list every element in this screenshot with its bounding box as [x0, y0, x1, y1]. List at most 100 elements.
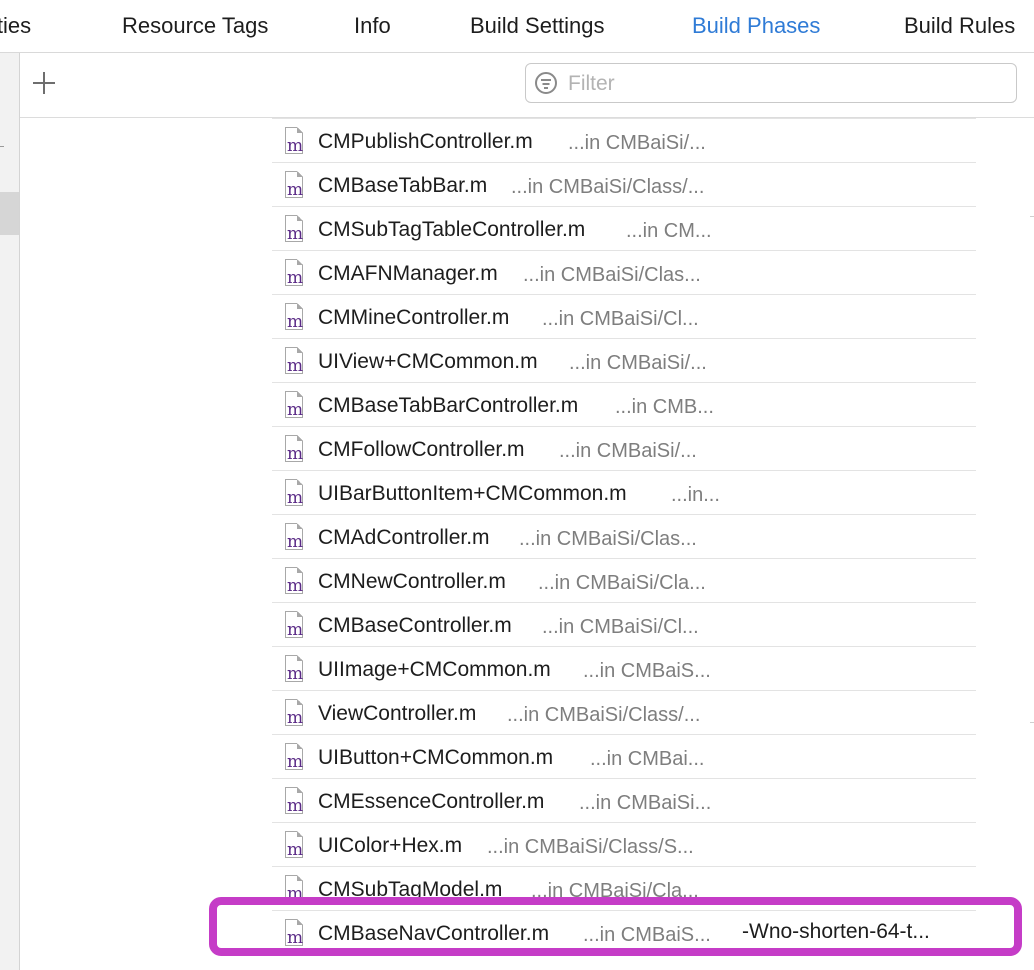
file-icon-letter: m: [287, 884, 304, 904]
file-name: CMAFNManager.m: [318, 262, 498, 285]
file-path: ...in CMBai...: [590, 748, 705, 770]
objc-m-file-icon: m: [285, 259, 304, 288]
objc-m-file-icon: m: [285, 303, 303, 332]
file-icon-letter: m: [287, 444, 304, 464]
filter-input[interactable]: [566, 68, 1010, 100]
compiler-flags[interactable]: -Wno-shorten-64-t...: [742, 919, 930, 945]
file-path: ...in CMBaiSi/...: [559, 440, 697, 462]
filter-icon: [535, 72, 557, 94]
file-icon-letter: m: [287, 268, 304, 288]
objc-m-file-icon: m: [285, 919, 304, 948]
file-name: CMEssenceController.m: [318, 790, 545, 813]
file-name: CMBaseTabBarController.m: [318, 394, 579, 417]
target-sidebar: [0, 53, 20, 970]
file-row[interactable]: m CMSubTagTableController.m ...in CM...: [272, 206, 976, 250]
sidebar-divider-tick: [0, 146, 4, 147]
file-row[interactable]: m CMPublishController.m ...in CMBaiSi/...: [272, 118, 976, 162]
file-name: CMBaseTabBar.m: [318, 174, 488, 197]
objc-m-file-icon: m: [285, 127, 304, 156]
file-path: ...in CMBaiSi/Class/S...: [487, 836, 694, 858]
objc-m-file-icon: m: [285, 743, 304, 772]
file-path: ...in CMBaiSi/Clas...: [519, 528, 697, 550]
file-path: ...in CMBaiSi/Cla...: [538, 572, 706, 594]
file-icon-letter: m: [287, 488, 304, 508]
file-path: ...in CMBaiSi...: [579, 792, 712, 814]
file-path: ...in CM...: [626, 220, 712, 242]
objc-m-file-icon: m: [285, 655, 304, 684]
file-name: CMBaseController.m: [318, 614, 512, 637]
file-path: ...in CMBaiSi/Class/...: [511, 176, 705, 198]
objc-m-file-icon: m: [285, 347, 304, 376]
file-row[interactable]: m CMMineController.m ...in CMBaiSi/Cl...: [272, 294, 976, 338]
tab-bar: ities Resource Tags Info Build Settings …: [0, 0, 1034, 53]
tab-build-phases[interactable]: Build Phases: [692, 12, 820, 40]
file-path: ...in CMBaiS...: [583, 660, 711, 682]
file-icon-letter: m: [287, 576, 304, 596]
file-icon-letter: m: [287, 136, 304, 156]
tab-capabilities[interactable]: ities: [0, 12, 31, 40]
file-name: UIImage+CMCommon.m: [318, 658, 551, 681]
file-row[interactable]: m ViewController.m ...in CMBaiSi/Class/...: [272, 690, 976, 734]
plus-icon[interactable]: [32, 71, 56, 95]
file-row[interactable]: m UIImage+CMCommon.m ...in CMBaiS...: [272, 646, 976, 690]
file-row[interactable]: m CMFollowController.m ...in CMBaiSi/...: [272, 426, 976, 470]
file-icon-letter: m: [287, 224, 304, 244]
tab-resource-tags[interactable]: Resource Tags: [122, 12, 268, 40]
file-row[interactable]: m UIView+CMCommon.m ...in CMBaiSi/...: [272, 338, 976, 382]
file-row[interactable]: m CMBaseTabBarController.m ...in CMB...: [272, 382, 976, 426]
objc-m-file-icon: m: [285, 391, 304, 420]
file-icon-letter: m: [287, 664, 304, 684]
objc-m-file-icon: m: [285, 567, 304, 596]
file-icon-letter: m: [287, 928, 304, 948]
file-path: ...in CMB...: [615, 396, 714, 418]
sidebar-selected-target[interactable]: [0, 192, 19, 235]
objc-m-file-icon: m: [285, 611, 303, 640]
file-path: ...in CMBaiSi/Clas...: [523, 264, 701, 286]
tab-info[interactable]: Info: [354, 12, 391, 40]
file-row[interactable]: m CMAFNManager.m ...in CMBaiSi/Clas...: [272, 250, 976, 294]
file-name: CMNewController.m: [318, 570, 506, 593]
file-path: ...in CMBaiSi/...: [568, 132, 706, 154]
file-icon-letter: m: [287, 356, 304, 376]
file-row[interactable]: m CMEssenceController.m ...in CMBaiSi...: [272, 778, 976, 822]
file-path: ...in...: [671, 484, 720, 506]
file-icon-letter: m: [287, 796, 304, 816]
objc-m-file-icon: m: [285, 479, 304, 508]
file-row[interactable]: m CMBaseTabBar.m ...in CMBaiSi/Class/...: [272, 162, 976, 206]
objc-m-file-icon: m: [285, 699, 304, 728]
file-name: CMMineController.m: [318, 306, 510, 329]
file-icon-letter: m: [287, 752, 304, 772]
file-name: UIView+CMCommon.m: [318, 350, 538, 373]
file-row[interactable]: m UIColor+Hex.m ...in CMBaiSi/Class/S...: [272, 822, 976, 866]
file-name: CMSubTagTableController.m: [318, 218, 586, 241]
file-name: ViewController.m: [318, 702, 477, 725]
tab-build-settings[interactable]: Build Settings: [470, 12, 605, 40]
file-icon-letter: m: [287, 400, 304, 420]
tab-build-rules[interactable]: Build Rules: [904, 12, 1015, 40]
file-name: UIButton+CMCommon.m: [318, 746, 554, 769]
file-name: UIColor+Hex.m: [318, 834, 463, 857]
file-name: CMSubTagModel.m: [318, 878, 503, 901]
file-row[interactable]: m CMAdController.m ...in CMBaiSi/Clas...: [272, 514, 976, 558]
objc-m-file-icon: m: [285, 435, 304, 464]
file-row[interactable]: m UIButton+CMCommon.m ...in CMBai...: [272, 734, 976, 778]
file-path: ...in CMBaiSi/Cl...: [542, 308, 699, 330]
file-path: ...in CMBaiSi/Cla...: [531, 880, 699, 902]
objc-m-file-icon: m: [285, 831, 303, 860]
file-name: CMFollowController.m: [318, 438, 525, 461]
objc-m-file-icon: m: [285, 875, 304, 904]
compile-sources-list: m CMPublishController.m ...in CMBaiSi/... m…: [272, 118, 976, 954]
objc-m-file-icon: m: [285, 215, 304, 244]
file-row[interactable]: m CMBaseNavController.m ...in CMBaiS... -Wn…: [272, 910, 976, 954]
file-row[interactable]: m CMNewController.m ...in CMBaiSi/Cla...: [272, 558, 976, 602]
file-row[interactable]: m CMSubTagModel.m ...in CMBaiSi/Cla...: [272, 866, 976, 910]
file-icon-letter: m: [287, 708, 304, 728]
file-icon-letter: m: [287, 180, 304, 200]
filter-field[interactable]: [525, 63, 1017, 103]
file-name: UIBarButtonItem+CMCommon.m: [318, 482, 627, 505]
file-name: CMAdController.m: [318, 526, 490, 549]
file-row[interactable]: m CMBaseController.m ...in CMBaiSi/Cl...: [272, 602, 976, 646]
file-path: ...in CMBaiSi/Cl...: [542, 616, 699, 638]
file-row[interactable]: m UIBarButtonItem+CMCommon.m ...in...: [272, 470, 976, 514]
right-edge-mark: [1030, 722, 1034, 723]
